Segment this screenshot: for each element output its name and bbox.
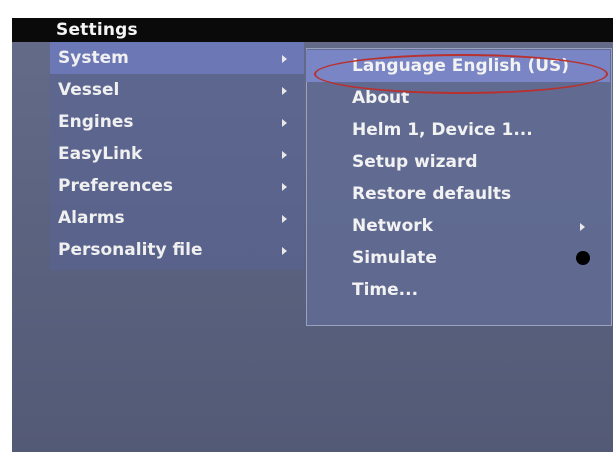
chevron-right-icon (280, 202, 292, 234)
submenu-item-label: Restore defaults (352, 184, 512, 204)
submenu-item-label: Setup wizard (352, 152, 478, 172)
chevron-right-icon (280, 74, 292, 106)
menu-item-system[interactable]: System (50, 42, 304, 74)
menu-item-alarms[interactable]: Alarms (50, 202, 304, 234)
chevron-right-icon (280, 138, 292, 170)
chevron-right-icon (280, 106, 292, 138)
menu-item-easylink[interactable]: EasyLink (50, 138, 304, 170)
menu-item-label: Vessel (58, 80, 120, 100)
menu-item-label: Personality file (58, 240, 203, 260)
submenu-item-setup-wizard[interactable]: Setup wizard (306, 146, 610, 178)
settings-screen: Settings System Vessel Engines EasyLink … (12, 18, 613, 452)
submenu-item-restore-defaults[interactable]: Restore defaults (306, 178, 610, 210)
submenu-item-label: Network (352, 216, 433, 236)
menu-item-personality-file[interactable]: Personality file (50, 234, 304, 266)
toggle-on-dot-icon[interactable] (576, 251, 590, 265)
menu-item-vessel[interactable]: Vessel (50, 74, 304, 106)
submenu-item-label: Helm 1, Device 1... (352, 120, 533, 140)
submenu-item-network[interactable]: Network (306, 210, 610, 242)
chevron-right-icon (280, 170, 292, 202)
chevron-right-icon (280, 42, 292, 74)
page-title: Settings (56, 20, 138, 40)
photo-border (0, 0, 613, 10)
menu-item-label: EasyLink (58, 144, 143, 164)
chevron-right-icon (578, 210, 590, 242)
title-bar: Settings (12, 18, 613, 42)
menu-item-engines[interactable]: Engines (50, 106, 304, 138)
menu-item-label: Preferences (58, 176, 174, 196)
menu-item-label: Engines (58, 112, 134, 132)
submenu-item-label: Simulate (352, 248, 437, 268)
annotation-highlight-ellipse (314, 54, 608, 94)
menu-item-label: System (58, 48, 129, 68)
menu-item-preferences[interactable]: Preferences (50, 170, 304, 202)
submenu-item-helm-device[interactable]: Helm 1, Device 1... (306, 114, 610, 146)
chevron-right-icon (280, 234, 292, 266)
menu-item-label: Alarms (58, 208, 125, 228)
submenu-item-time[interactable]: Time... (306, 274, 610, 306)
submenu-item-label: Time... (352, 280, 419, 300)
submenu-item-simulate[interactable]: Simulate (306, 242, 610, 274)
